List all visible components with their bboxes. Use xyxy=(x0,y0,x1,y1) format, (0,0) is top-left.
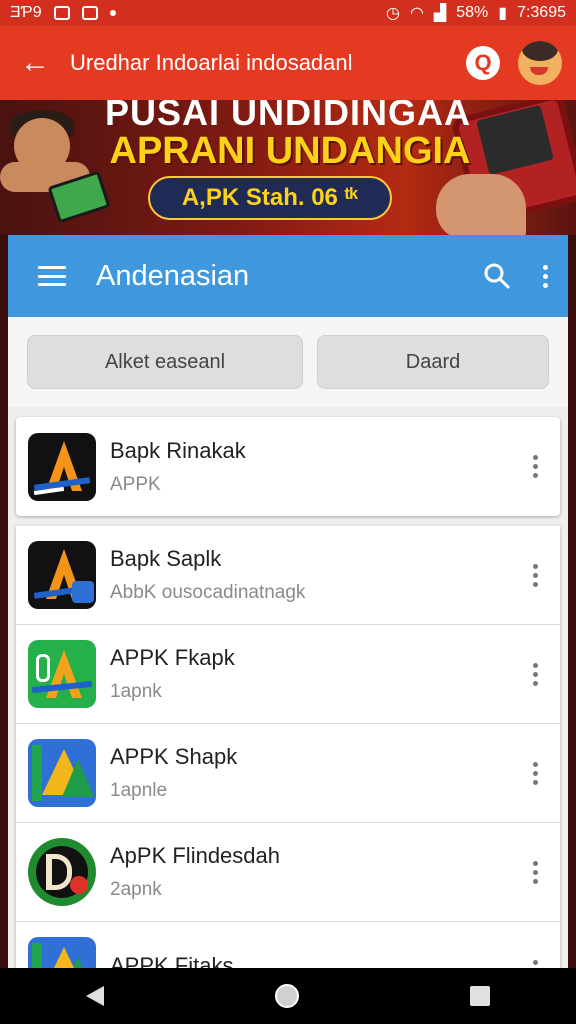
app-subtitle: AbbK ousocadinatnagk xyxy=(110,582,306,603)
item-menu-icon[interactable] xyxy=(510,959,560,969)
nav-back-icon[interactable] xyxy=(85,986,104,1006)
app-orange-a-dark-icon xyxy=(28,432,96,501)
nav-recents-icon[interactable] xyxy=(470,986,491,1006)
system-nav-bar xyxy=(0,968,576,1024)
app-drive-blue-icon xyxy=(28,739,96,807)
app-bar: ← Uredhar Indoarlai indosadanl Q xyxy=(0,26,576,100)
app-name: ApPK Flindesdah xyxy=(110,843,280,868)
item-menu-icon[interactable] xyxy=(510,761,560,785)
card-toolbar: Andenasian xyxy=(8,235,568,317)
filter-button-1[interactable]: Alket easeanl xyxy=(27,335,303,389)
clock: 7:3695 xyxy=(517,4,566,21)
nav-home-icon[interactable] xyxy=(274,984,299,1008)
app-name: Bapk Rinakak xyxy=(110,437,246,463)
app-subtitle: 2apnk xyxy=(110,879,162,900)
app-subtitle: 1apnk xyxy=(110,681,162,702)
app-subtitle: APPK xyxy=(110,473,161,495)
list-item[interactable]: ApPK Flindesdah 2apnk xyxy=(16,823,560,922)
list-item[interactable]: APPK Fitaks xyxy=(16,922,560,968)
search-icon[interactable] xyxy=(472,262,522,290)
q-search-icon[interactable]: Q xyxy=(466,46,500,80)
app-name: Bapk Saplk xyxy=(110,546,222,571)
alarm-icon: ◷ xyxy=(385,5,400,22)
app-circle-p-icon xyxy=(28,838,96,906)
status-left-text: ƎƤ9 xyxy=(10,4,42,21)
banner-badge: A,PK Stah. 06 ᵗᵏ xyxy=(148,176,392,220)
app-name: APPK Shapk xyxy=(110,744,238,769)
wifi-icon: ◠ xyxy=(409,5,424,22)
app-list: Bapk Saplk AbbK ousocadinatnagk APPK Fka… xyxy=(16,526,560,968)
list-item[interactable]: APPK Shapk 1apnle xyxy=(16,724,560,823)
list-item[interactable]: APPK Fkapk 1apnk xyxy=(16,625,560,724)
app-subtitle: 1apnle xyxy=(110,780,168,801)
banner-line-1: PUSAI UNDIDINGAA xyxy=(104,100,471,133)
overflow-menu-icon[interactable] xyxy=(522,264,568,288)
item-menu-icon[interactable] xyxy=(510,455,560,478)
app-bar-title: Uredhar Indoarlai indosadanl xyxy=(70,50,353,75)
card-title: Andenasian xyxy=(96,259,250,292)
hamburger-menu-icon[interactable] xyxy=(8,235,96,317)
app-orange-a-badge-icon xyxy=(28,541,96,609)
app-name: APPK Fkapk xyxy=(110,645,235,670)
notification-icon xyxy=(53,6,70,20)
status-bar: ƎƤ9 ◷ ◠ ▟ 58% ▮ 7:3695 xyxy=(0,0,576,26)
image-notification-icon xyxy=(81,6,98,20)
back-arrow-icon[interactable]: ← xyxy=(0,46,70,80)
filter-button-2[interactable]: Daard xyxy=(317,335,549,389)
avatar[interactable] xyxy=(518,41,562,85)
item-menu-icon[interactable] xyxy=(510,563,560,587)
main-card: Andenasian Alket easeanl Daard Bapk Rina… xyxy=(8,235,568,968)
filter-buttons: Alket easeanl Daard xyxy=(8,317,568,407)
app-name: APPK Fitaks xyxy=(110,953,234,968)
item-menu-icon[interactable] xyxy=(510,662,560,686)
banner-hand xyxy=(436,174,526,235)
battery-icon: ▮ xyxy=(498,5,508,22)
item-menu-icon[interactable] xyxy=(510,860,560,884)
dot-icon xyxy=(109,10,116,16)
battery-percent: 58% xyxy=(456,4,489,21)
signal-icon: ▟ xyxy=(433,5,447,22)
banner-line-2: APRANI UNDANGIA xyxy=(109,130,471,172)
promo-banner[interactable]: PUSAI UNDIDINGAA APRANI UNDANGIA A,PK St… xyxy=(0,100,576,235)
list-item[interactable]: Bapk Rinakak APPK xyxy=(16,417,560,516)
app-drive-green-icon xyxy=(28,937,96,968)
app-green-a-icon xyxy=(28,640,96,708)
list-item[interactable]: Bapk Saplk AbbK ousocadinatnagk xyxy=(16,526,560,625)
